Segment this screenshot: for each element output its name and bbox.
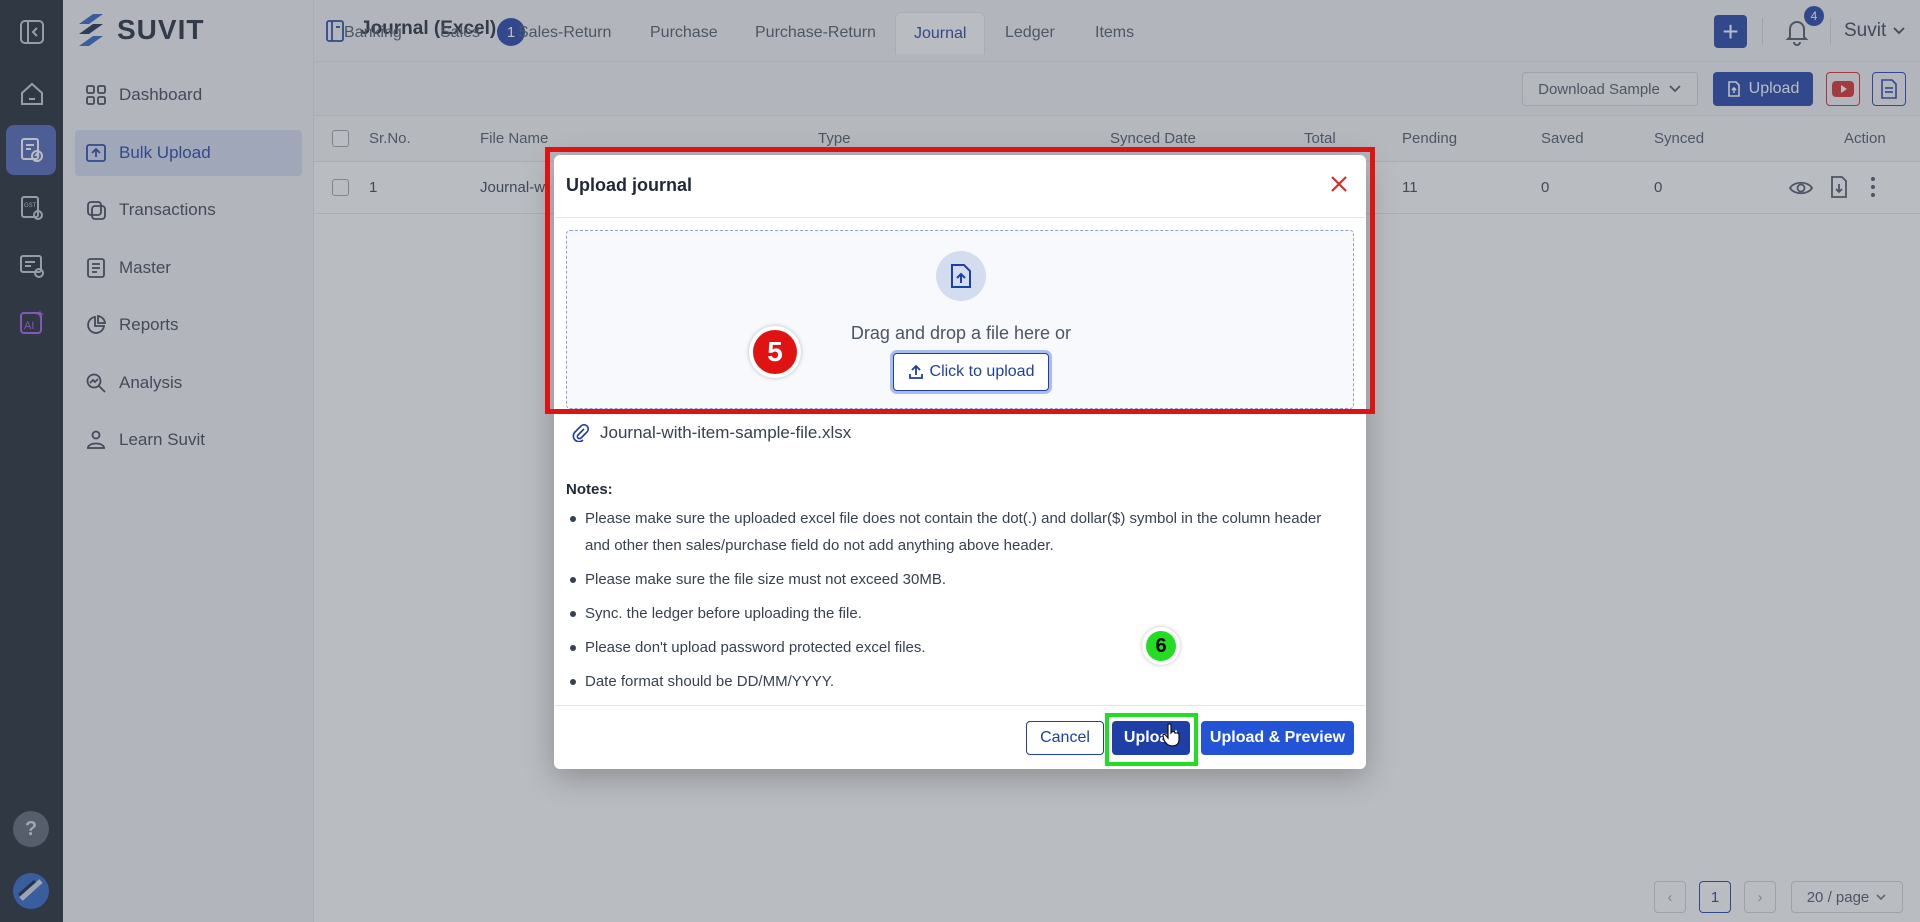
note-item: Please don't upload password protected e…	[566, 634, 1346, 661]
step-number: 6	[1146, 631, 1176, 661]
note-item: Date format should be DD/MM/YYYY.	[566, 668, 1346, 695]
hand-cursor-icon	[1162, 723, 1180, 747]
highlight-box-dropzone	[545, 147, 1375, 414]
selected-file-name: Journal-with-item-sample-file.xlsx	[600, 423, 852, 442]
paperclip-icon	[572, 424, 590, 442]
modal-footer-divider	[554, 705, 1366, 706]
notes-list: Please make sure the uploaded excel file…	[566, 505, 1346, 702]
note-item: Please make sure the file size must not …	[566, 566, 1346, 593]
selected-file: Journal-with-item-sample-file.xlsx	[572, 423, 851, 443]
upload-and-preview-button[interactable]: Upload & Preview	[1201, 721, 1354, 755]
step-number: 5	[753, 330, 797, 374]
notes-title: Notes:	[566, 481, 613, 498]
note-item: Sync. the ledger before uploading the fi…	[566, 600, 1346, 627]
highlight-box-upload	[1105, 713, 1198, 766]
step-marker-6: 6	[1142, 627, 1180, 665]
note-item: Please make sure the uploaded excel file…	[566, 505, 1346, 559]
cancel-button[interactable]: Cancel	[1026, 721, 1104, 755]
step-marker-5: 5	[749, 326, 801, 378]
